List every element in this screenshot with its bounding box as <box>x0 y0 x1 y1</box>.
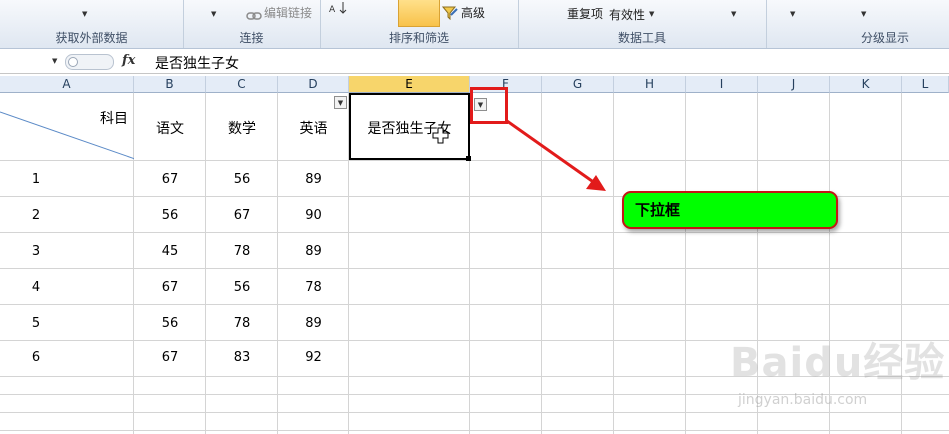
dropdown-arrow-icon[interactable]: ▼ <box>334 96 347 109</box>
ribbon-group-connections: ▼ 编辑链接 连接 <box>183 0 321 48</box>
score-cell: 67 <box>161 280 179 295</box>
gridline <box>685 93 686 434</box>
ribbon-group-label: 排序和筛选 <box>388 31 449 45</box>
gridline <box>0 430 949 431</box>
score-cell: 78 <box>305 280 322 295</box>
row-id: 3 <box>31 244 41 259</box>
formula-bar: ▼ fx 是否独生子女 <box>0 51 949 74</box>
score-cell: 83 <box>233 350 251 365</box>
score-cell: 92 <box>305 350 322 365</box>
callout-label: 下拉框 <box>622 191 838 229</box>
score-cell: 56 <box>233 172 251 187</box>
gridline <box>0 160 949 161</box>
score-cell: 89 <box>305 172 322 187</box>
name-box[interactable]: ▼ <box>0 52 62 71</box>
chevron-down-icon[interactable]: ▼ <box>52 57 57 65</box>
score-cell: 90 <box>305 208 322 223</box>
ribbon-group-data-tools: 重复项 有效性 ▼ ▼ 数据工具 <box>518 0 767 48</box>
column-header-c[interactable]: C <box>206 76 278 93</box>
header-chinese: 语文 <box>156 121 184 137</box>
advanced-button[interactable]: 高级 <box>461 4 485 21</box>
score-cell: 89 <box>305 244 322 259</box>
row-id: 5 <box>31 316 41 331</box>
ribbon-group-label: 连接 <box>239 31 264 45</box>
score-cell: 67 <box>161 350 179 365</box>
ribbon-group-external-data: ▼ 获取外部数据 <box>0 0 184 48</box>
ribbon-group-label: 数据工具 <box>617 31 666 45</box>
score-cell: 78 <box>233 316 251 331</box>
advanced-filter-icon[interactable] <box>441 5 458 24</box>
fill-handle[interactable] <box>466 156 471 161</box>
link-icon <box>246 6 262 25</box>
ribbon-group-sort-filter: A 高级 排序和筛选 <box>320 0 519 48</box>
column-header-e[interactable]: E <box>349 76 470 93</box>
gridline <box>0 232 949 233</box>
dropdown-arrow-icon[interactable]: ▼ <box>82 10 87 18</box>
row-id: 1 <box>31 172 41 187</box>
column-header-a[interactable]: A <box>0 76 134 93</box>
column-header-d[interactable]: D <box>278 76 349 93</box>
score-cell: 56 <box>233 280 251 295</box>
formula-bar-splitter[interactable] <box>65 54 115 74</box>
dropdown-arrow-icon[interactable]: ▼ <box>790 10 795 18</box>
column-header-i[interactable]: I <box>686 76 758 93</box>
header-english: 英语 <box>299 121 328 137</box>
annotation-arrow <box>506 119 606 191</box>
score-cell: 56 <box>161 208 179 223</box>
dropdown-arrow-icon[interactable]: ▼ <box>731 10 736 18</box>
column-header-l[interactable]: L <box>902 76 949 93</box>
sort-za-icon[interactable]: A <box>328 0 350 19</box>
score-cell: 56 <box>161 316 179 331</box>
gridline <box>0 304 949 305</box>
score-cell: 78 <box>233 244 251 259</box>
ribbon: ▼ 获取外部数据 ▼ 编辑链接 连接 A 高级 排序和筛选 重复项 有效性 ▼ … <box>0 0 949 49</box>
svg-text:A: A <box>329 5 336 15</box>
formula-input[interactable]: 是否独生子女 <box>155 53 239 73</box>
dropdown-arrow-icon[interactable]: ▼ <box>649 10 654 18</box>
row-id: 2 <box>31 208 41 223</box>
score-cell: 67 <box>161 172 179 187</box>
data-validation-button[interactable]: 有效性 <box>609 6 645 23</box>
score-cell: 67 <box>233 208 251 223</box>
gridline <box>277 93 278 434</box>
column-header-h[interactable]: H <box>614 76 686 93</box>
column-header-b[interactable]: B <box>134 76 206 93</box>
column-header-g[interactable]: G <box>542 76 614 93</box>
column-header-j[interactable]: J <box>758 76 830 93</box>
cursor-cross-icon <box>432 127 449 144</box>
header-math: 数学 <box>228 121 256 137</box>
row-id: 4 <box>31 280 41 295</box>
filter-button[interactable] <box>398 0 440 27</box>
watermark-url: jingyan.baidu.com <box>738 392 868 408</box>
active-cell[interactable] <box>349 93 470 160</box>
gridline <box>205 93 206 434</box>
gridline <box>0 268 949 269</box>
insert-function-button[interactable]: fx <box>122 53 135 68</box>
header-subject: 科目 <box>100 111 128 127</box>
ribbon-group-label: 分级显示 <box>860 31 909 45</box>
ribbon-group-label: 获取外部数据 <box>55 31 128 45</box>
remove-duplicates-button[interactable]: 重复项 <box>567 5 603 22</box>
column-header-k[interactable]: K <box>830 76 902 93</box>
row-id: 6 <box>31 350 41 365</box>
score-cell: 45 <box>161 244 179 259</box>
watermark-logo: Baidu经验 <box>730 340 946 386</box>
gridline <box>0 412 949 413</box>
dropdown-arrow-icon[interactable]: ▼ <box>861 10 866 18</box>
score-cell: 89 <box>305 316 322 331</box>
ribbon-group-outline: ▼ ▼ 分级显示 <box>766 0 949 48</box>
dropdown-arrow-icon[interactable]: ▼ <box>211 10 216 18</box>
edit-links-button[interactable]: 编辑链接 <box>264 4 312 21</box>
